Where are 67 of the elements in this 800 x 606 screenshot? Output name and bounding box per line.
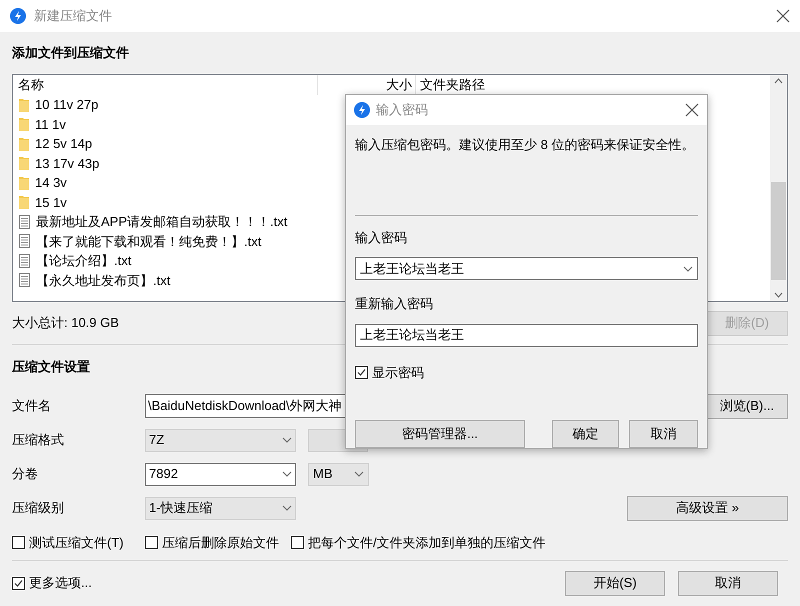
file-name[interactable]: 【永久地址发布页】.txt [36,270,170,290]
password-combo[interactable]: 上老王论坛当老王 [355,257,698,280]
button[interactable]: 确定 [552,420,619,448]
checkbox[interactable] [291,536,304,549]
field-label: 压缩格式 [12,431,65,450]
button[interactable]: 密码管理器... [355,420,525,448]
folder-icon [19,195,29,210]
section-heading: 添加文件到压缩文件 [12,44,129,62]
file-name[interactable]: 12 5v 14p [35,134,92,154]
section-heading: 压缩文件设置 [12,358,90,376]
file-name[interactable]: 10 11v 27p [35,95,98,114]
file-name[interactable]: 【论坛介绍】.txt [36,251,132,270]
caret-icon [354,471,364,477]
text-file-icon [19,273,30,288]
text-file-icon [19,234,30,248]
button[interactable]: 取消 [629,420,698,448]
checkbox-label: 把每个文件/文件夹添加到单独的压缩文件 [308,534,546,552]
checkbox-label: 压缩后删除原始文件 [162,534,279,552]
folder-icon [19,156,29,170]
split-size-combo[interactable]: 7892 [145,462,296,486]
file-name[interactable]: 13 17v 43p [35,154,100,173]
app-logo-icon [354,102,370,118]
checkbox[interactable] [12,536,25,549]
total-size: 大小总计: 10.9 GB [12,314,119,332]
close-icon[interactable] [776,9,790,23]
dialog-message: 输入压缩包密码。建议使用至少 8 位的密码来保证安全性。 [355,136,696,154]
column-header[interactable]: 名称 [13,75,318,95]
column-header[interactable]: 文件夹路径 [416,75,489,95]
caret-icon [282,505,292,511]
window-title: 新建压缩文件 [34,7,112,26]
file-name[interactable]: 最新地址及APP请发邮箱自动获取！！！.txt [36,212,288,232]
scroll-down-icon[interactable] [774,292,783,298]
button[interactable]: 高级设置 » [627,496,788,520]
field-label: 压缩级别 [12,499,65,518]
field-label: 文件名 [12,397,52,416]
confirm-password-field[interactable]: 上老王论坛当老王 [355,324,698,346]
button[interactable]: 浏览(B)... [706,394,788,418]
unit-select[interactable]: MB [308,462,369,486]
folder-icon [19,136,29,151]
folder-icon [19,176,29,190]
text-file-icon [19,214,30,229]
field-label: 重新输入密码 [355,295,434,313]
checkbox[interactable] [145,536,158,549]
checkbox[interactable] [355,366,368,379]
checkbox[interactable] [12,576,25,590]
file-name[interactable]: 14 3v [35,173,67,192]
app-logo-icon [10,8,26,24]
scrollbar[interactable] [770,75,787,301]
folder-icon [19,117,29,132]
text-file-icon [19,254,30,268]
file-name[interactable]: 11 1v [35,114,66,134]
folder-icon [19,98,29,112]
button[interactable]: 开始(S) [565,570,665,596]
dialog-title: 输入密码 [376,101,428,120]
caret-icon [282,471,292,477]
file-name[interactable]: 【来了就能下载和观看！纯免费！】.txt [36,232,262,251]
field-label: 分卷 [12,465,39,484]
checkbox-label: 显示密码 [372,364,424,382]
file-name[interactable]: 15 1v [35,192,67,212]
scroll-up-icon[interactable] [774,78,783,84]
checkbox-label: 测试压缩文件(T) [29,534,124,552]
caret-icon [683,266,693,272]
field-label: 输入密码 [355,228,408,246]
button[interactable]: 取消 [678,570,778,596]
close-icon[interactable] [685,103,699,117]
checkbox-label: 更多选项... [29,574,92,592]
caret-icon [282,437,292,443]
